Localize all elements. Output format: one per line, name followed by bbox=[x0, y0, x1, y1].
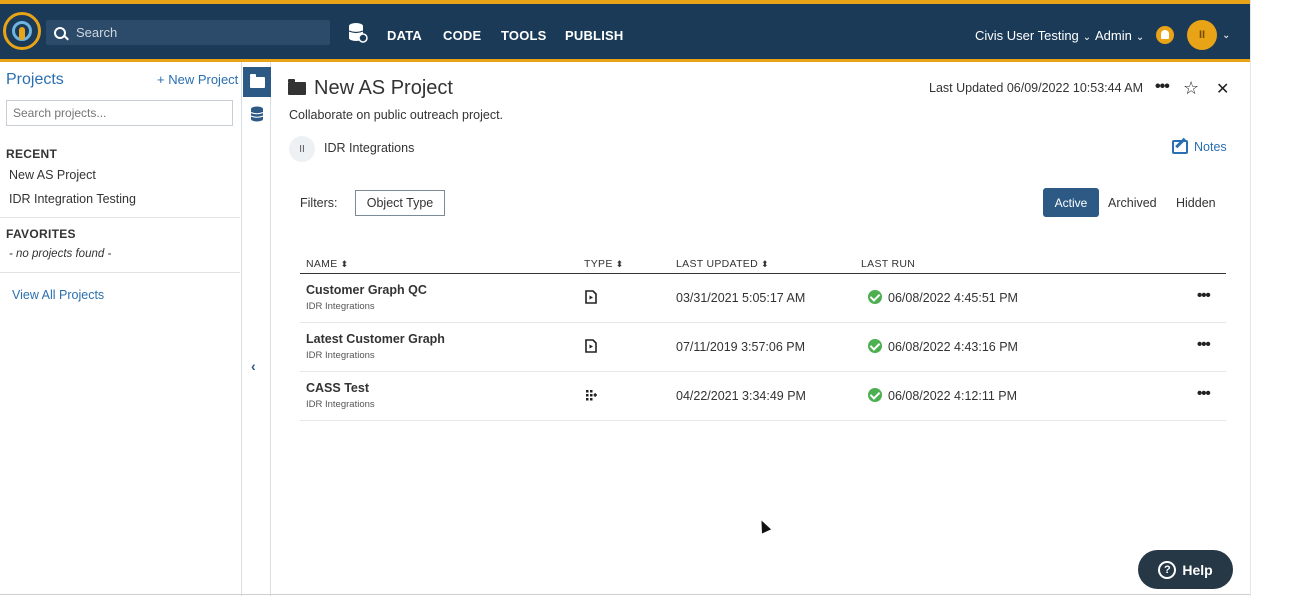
projects-tab[interactable] bbox=[243, 67, 271, 97]
frame-edge bbox=[0, 594, 1250, 595]
civis-logo-icon[interactable] bbox=[3, 12, 41, 50]
column-header-last-updated[interactable]: LAST UPDATED ⬍ bbox=[676, 258, 769, 270]
org-switcher[interactable]: Civis User Testing ⌄ bbox=[975, 28, 1091, 43]
notes-label: Notes bbox=[1194, 140, 1227, 154]
nav-publish[interactable]: PUBLISH bbox=[565, 28, 623, 43]
sidebar-divider bbox=[0, 272, 240, 273]
favorites-heading: FAVORITES bbox=[6, 227, 76, 241]
folder-icon bbox=[249, 73, 265, 88]
nav-data[interactable]: DATA bbox=[387, 28, 422, 43]
new-project-link[interactable]: + New Project bbox=[157, 72, 238, 87]
sort-icon: ⬍ bbox=[615, 259, 624, 269]
group-name: IDR Integrations bbox=[324, 141, 415, 155]
projects-sidebar: Projects + New Project RECENT New AS Pro… bbox=[0, 62, 242, 596]
tab-hidden[interactable]: Hidden bbox=[1176, 196, 1216, 210]
collapse-sidebar-chevron-icon[interactable]: ‹ bbox=[251, 358, 256, 374]
last-run-cell: 06/08/2022 4:43:16 PM bbox=[888, 340, 1018, 354]
chevron-down-icon[interactable]: ⌄ bbox=[1222, 30, 1230, 41]
last-updated-text: Last Updated 06/09/2022 10:53:44 AM bbox=[929, 81, 1144, 95]
top-nav-bar: Search DATA CODE TOOLS PUBLISH Civis Use… bbox=[0, 0, 1250, 62]
recent-project-item[interactable]: IDR Integration Testing bbox=[9, 192, 136, 206]
column-header-last-run: LAST RUN bbox=[861, 258, 916, 270]
recent-heading: RECENT bbox=[6, 147, 58, 161]
global-search-placeholder: Search bbox=[76, 25, 118, 40]
object-type-filter-button[interactable]: Object Type bbox=[355, 190, 445, 216]
folder-icon bbox=[288, 79, 306, 95]
help-button[interactable]: ? Help bbox=[1138, 550, 1233, 589]
success-check-icon bbox=[868, 339, 882, 353]
admin-menu[interactable]: Admin ⌄ bbox=[1095, 28, 1144, 43]
sidebar-title: Projects bbox=[6, 71, 64, 88]
last-updated-cell: 03/31/2021 5:05:17 AM bbox=[676, 291, 806, 305]
global-search-input[interactable]: Search bbox=[46, 20, 330, 45]
sidebar-icon-strip: ‹ bbox=[243, 62, 271, 596]
last-updated-cell: 04/22/2021 3:34:49 PM bbox=[676, 389, 806, 403]
recent-project-item[interactable]: New AS Project bbox=[9, 168, 96, 182]
question-mark-icon: ? bbox=[1158, 560, 1177, 579]
project-description: Collaborate on public outreach project. bbox=[289, 108, 504, 122]
object-owner: IDR Integrations bbox=[306, 350, 375, 361]
object-name[interactable]: Customer Graph QC bbox=[306, 283, 427, 297]
frame-edge bbox=[1250, 0, 1251, 596]
workflow-icon bbox=[586, 390, 597, 401]
notes-button[interactable]: Notes bbox=[1172, 140, 1227, 154]
group-avatar: II bbox=[289, 136, 315, 162]
last-run-cell: 06/08/2022 4:45:51 PM bbox=[888, 291, 1018, 305]
column-header-label: LAST UPDATED bbox=[676, 258, 758, 270]
report-icon bbox=[585, 290, 597, 304]
tab-archived[interactable]: Archived bbox=[1108, 196, 1157, 210]
org-name: Civis User Testing bbox=[975, 28, 1079, 43]
search-icon bbox=[54, 26, 66, 39]
sidebar-divider bbox=[0, 217, 240, 218]
favorites-empty-text: - no projects found - bbox=[9, 248, 112, 260]
help-label: Help bbox=[1182, 561, 1213, 578]
table-row[interactable]: CASS Test IDR Integrations 04/22/2021 3:… bbox=[300, 372, 1226, 421]
success-check-icon bbox=[868, 388, 882, 402]
sort-icon: ⬍ bbox=[340, 259, 349, 269]
tab-active[interactable]: Active bbox=[1043, 188, 1099, 217]
row-more-options-icon[interactable]: ••• bbox=[1197, 385, 1211, 402]
column-header-label: TYPE bbox=[584, 258, 613, 270]
report-icon bbox=[585, 339, 597, 353]
row-more-options-icon[interactable]: ••• bbox=[1197, 287, 1211, 304]
table-row[interactable]: Customer Graph QC IDR Integrations 03/31… bbox=[300, 274, 1226, 323]
chevron-down-icon: ⌄ bbox=[1082, 32, 1092, 43]
table-row[interactable]: Latest Customer Graph IDR Integrations 0… bbox=[300, 323, 1226, 372]
column-header-label: NAME bbox=[306, 258, 338, 270]
database-search-icon[interactable] bbox=[348, 22, 368, 44]
object-owner: IDR Integrations bbox=[306, 301, 375, 312]
last-updated-cell: 07/11/2019 3:57:06 PM bbox=[676, 340, 806, 354]
filters-label: Filters: bbox=[300, 196, 338, 210]
edit-notes-icon bbox=[1172, 140, 1188, 154]
column-header-type[interactable]: TYPE ⬍ bbox=[584, 258, 623, 270]
database-icon[interactable] bbox=[250, 106, 264, 122]
column-header-name[interactable]: NAME ⬍ bbox=[306, 258, 348, 270]
star-icon[interactable]: ☆ bbox=[1183, 78, 1199, 99]
user-avatar[interactable]: II bbox=[1187, 20, 1217, 50]
object-name[interactable]: CASS Test bbox=[306, 381, 369, 395]
close-icon[interactable]: ✕ bbox=[1216, 79, 1229, 99]
view-all-projects-link[interactable]: View All Projects bbox=[12, 288, 104, 302]
nav-tools[interactable]: TOOLS bbox=[501, 28, 547, 43]
notification-bell-icon[interactable] bbox=[1156, 26, 1174, 44]
project-detail-pane: New AS Project Collaborate on public out… bbox=[272, 62, 1232, 596]
nav-code[interactable]: CODE bbox=[443, 28, 481, 43]
last-run-cell: 06/08/2022 4:12:11 PM bbox=[888, 389, 1018, 403]
admin-label: Admin bbox=[1095, 28, 1132, 43]
row-more-options-icon[interactable]: ••• bbox=[1197, 336, 1211, 353]
success-check-icon bbox=[868, 290, 882, 304]
chevron-down-icon: ⌄ bbox=[1135, 32, 1145, 43]
project-title: New AS Project bbox=[314, 77, 453, 99]
more-options-icon[interactable]: ••• bbox=[1155, 78, 1170, 96]
object-name[interactable]: Latest Customer Graph bbox=[306, 332, 445, 346]
sort-icon: ⬍ bbox=[760, 259, 769, 269]
project-search-input[interactable] bbox=[6, 100, 233, 126]
object-owner: IDR Integrations bbox=[306, 399, 375, 410]
